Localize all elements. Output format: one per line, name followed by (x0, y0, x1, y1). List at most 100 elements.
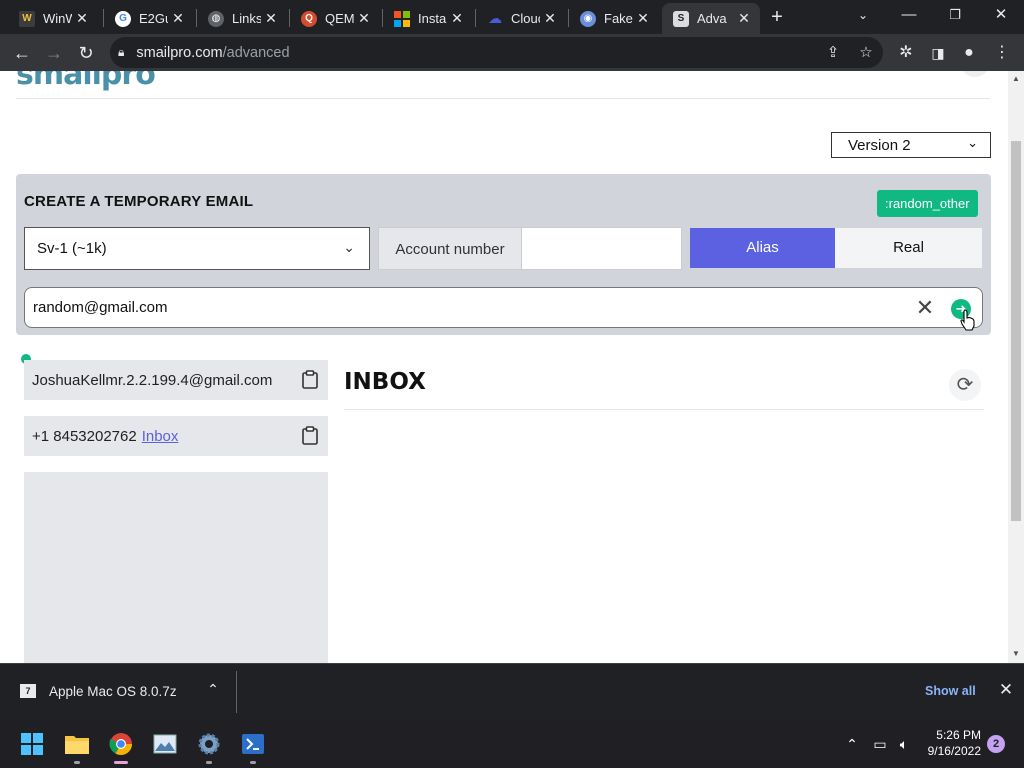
forward-icon[interactable]: → (40, 39, 68, 67)
page-viewport: smailpro Version 2 ⌄ CREATE A TEMPORARY … (0, 71, 1008, 663)
clear-icon[interactable]: ✕ (913, 296, 937, 320)
close-icon[interactable]: ✕ (447, 10, 467, 27)
network-icon[interactable]: ▭ (870, 734, 890, 754)
fake-icon: ◉ (580, 10, 596, 27)
account-number-group: Account number (378, 227, 682, 270)
close-icon[interactable]: ✕ (168, 10, 188, 27)
scroll-down-icon[interactable]: ▼ (1012, 649, 1020, 658)
email-input[interactable]: random@gmail.com ✕ ➜ (24, 287, 983, 328)
hand-cursor-icon (960, 309, 975, 331)
new-tab-icon[interactable]: + (766, 6, 788, 28)
tab-e2gu[interactable]: G E2Gu ✕ (104, 3, 194, 34)
tab-label: WinW (43, 11, 72, 26)
file-explorer-icon[interactable] (61, 728, 93, 764)
version-select-value: Version 2 (848, 136, 911, 154)
show-all-link[interactable]: Show all (925, 684, 976, 698)
globe-icon: ◍ (208, 10, 224, 27)
reload-icon[interactable]: ↻ (72, 39, 100, 67)
inbox-title: INBOX (344, 369, 426, 395)
identity-email-card: JoshuaKellmr.2.2.199.4@gmail.com (24, 360, 328, 400)
bookmark-star-icon[interactable]: ☆ (855, 42, 877, 64)
clipboard-icon[interactable] (302, 370, 318, 389)
scrollbar-thumb[interactable] (1011, 141, 1021, 521)
download-filename[interactable]: Apple Mac OS 8.0.7z (49, 684, 177, 699)
close-icon[interactable]: ✕ (354, 10, 374, 27)
tab-search-icon[interactable]: ⌄ (840, 0, 886, 34)
tab-label: Clouc (511, 11, 540, 26)
chevron-up-icon[interactable]: ⌃ (204, 681, 222, 698)
chevron-up-icon[interactable]: ⌃ (842, 734, 862, 754)
tab-instal[interactable]: Instal ✕ (383, 3, 473, 34)
version-select[interactable]: Version 2 ⌄ (831, 132, 991, 158)
tab-links[interactable]: ◍ Links ✕ (197, 3, 287, 34)
cloud-icon: ☁ (488, 10, 502, 26)
account-number-input[interactable] (521, 227, 682, 270)
identity-email: JoshuaKellmr.2.2.199.4@gmail.com (32, 371, 273, 389)
extensions-icon[interactable]: ✲ (894, 41, 918, 65)
lock-icon: 🔒︎ (118, 45, 125, 59)
powershell-icon[interactable] (237, 728, 269, 764)
email-list-panel (24, 472, 328, 663)
url-path: /advanced (222, 44, 290, 61)
clock-time[interactable]: 5:26 PM (929, 728, 981, 742)
real-toggle-button[interactable]: Real (835, 228, 982, 268)
running-indicator (250, 761, 256, 764)
browser-toolbar: ← → ↻ 🔒︎ smailpro.com/advanced ⇪ ☆ ✲ ◨ ●… (0, 34, 1024, 71)
server-select[interactable]: Sv-1 (~1k) ⌄ (24, 227, 370, 270)
page-scrollbar[interactable]: ▲ ▼ (1008, 71, 1024, 663)
tab-qemu[interactable]: Q QEMU ✕ (290, 3, 380, 34)
header-divider (16, 98, 990, 99)
share-icon[interactable]: ⇪ (822, 42, 844, 64)
clock-date[interactable]: 9/16/2022 (918, 744, 981, 758)
tab-label: QEMU (325, 11, 354, 26)
restore-icon[interactable]: ❐ (932, 0, 978, 34)
random-other-badge[interactable]: :random_other (877, 190, 978, 217)
tab-fake[interactable]: ◉ Fake ✕ (569, 3, 659, 34)
close-shelf-icon[interactable]: ✕ (996, 680, 1016, 700)
download-separator (236, 671, 237, 713)
w-icon: W (19, 10, 35, 27)
scroll-up-icon[interactable]: ▲ (1012, 74, 1020, 83)
header-menu-button[interactable] (960, 71, 990, 77)
create-email-panel: CREATE A TEMPORARY EMAIL :random_other S… (16, 174, 991, 335)
notification-badge[interactable]: 2 (987, 735, 1005, 753)
inbox-divider (344, 409, 984, 410)
menu-icon[interactable]: ⋮ (990, 41, 1014, 65)
alias-toggle-button[interactable]: Alias (690, 228, 835, 268)
address-bar[interactable]: 🔒︎ smailpro.com/advanced ⇪ ☆ (110, 37, 883, 68)
tab-label: Links (232, 11, 261, 26)
photos-icon[interactable] (149, 728, 181, 760)
s-icon: S (673, 10, 689, 27)
settings-gear-icon[interactable] (193, 728, 225, 764)
window-close-icon[interactable]: ✕ (978, 0, 1024, 34)
clipboard-icon[interactable] (302, 426, 318, 445)
account-number-label: Account number (378, 227, 521, 270)
identity-phone-card: +1 8453202762 Inbox (24, 416, 328, 456)
phone-inbox-link[interactable]: Inbox (142, 428, 179, 445)
site-logo[interactable]: smailpro (16, 71, 156, 92)
volume-icon[interactable]: 🔈︎ (894, 734, 914, 754)
refresh-icon[interactable]: ⟳ (949, 369, 981, 401)
running-indicator (74, 761, 80, 764)
running-indicator (114, 761, 128, 764)
close-icon[interactable]: ✕ (72, 10, 92, 27)
side-panel-icon[interactable]: ◨ (926, 41, 950, 65)
tab-label: Instal (418, 11, 447, 26)
tab-cloud[interactable]: ☁ Clouc ✕ (476, 3, 566, 34)
chrome-icon[interactable] (105, 728, 137, 764)
tab-label: E2Gu (139, 11, 168, 26)
tab-winw[interactable]: W WinW ✕ (8, 3, 98, 34)
start-windows-icon[interactable] (16, 728, 48, 760)
close-icon[interactable]: ✕ (633, 10, 653, 27)
back-icon[interactable]: ← (8, 39, 36, 67)
profile-icon[interactable]: ● (957, 41, 981, 65)
tab-label: Fake (604, 11, 633, 26)
close-icon[interactable]: ✕ (540, 10, 560, 27)
tab-advanced[interactable]: S Adva ✕ (662, 3, 760, 34)
tab-label: Adva (697, 11, 727, 26)
close-icon[interactable]: ✕ (734, 10, 754, 27)
google-icon: G (115, 10, 131, 27)
minimize-icon[interactable]: — (886, 0, 932, 34)
close-icon[interactable]: ✕ (261, 10, 281, 27)
archive-file-icon: 7 (20, 684, 36, 698)
